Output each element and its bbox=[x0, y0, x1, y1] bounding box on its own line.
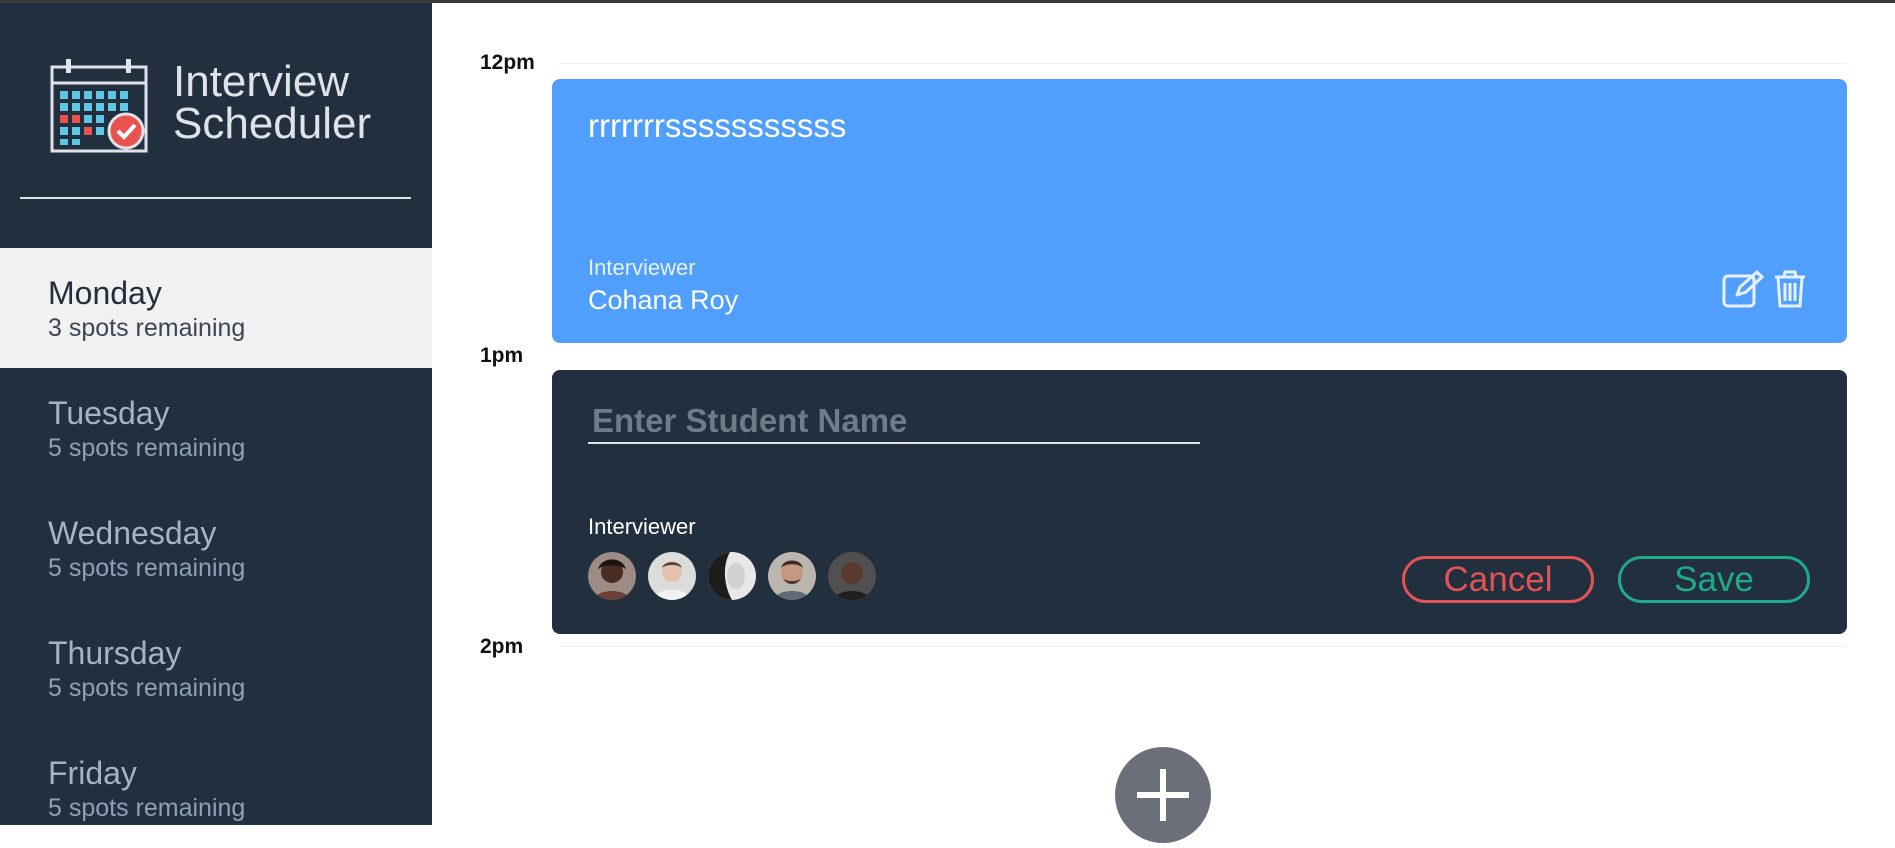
plus-icon bbox=[1137, 769, 1189, 821]
day-spots: 5 spots remaining bbox=[48, 434, 246, 462]
interviewer-label: Interviewer bbox=[588, 255, 696, 280]
day-name: Monday bbox=[48, 275, 162, 311]
interviewer-avatar-2[interactable] bbox=[648, 552, 696, 600]
interviewer-name: Cohana Roy bbox=[588, 285, 739, 315]
appointment-form: Interviewer bbox=[552, 370, 1847, 634]
student-name: rrrrrrrsssssssssss bbox=[588, 107, 847, 144]
sidebar: Interview Scheduler Monday 3 spots remai… bbox=[0, 3, 432, 825]
save-button[interactable]: Save bbox=[1618, 556, 1810, 603]
interviewer-avatar-5[interactable] bbox=[828, 552, 876, 600]
interviewer-label: Interviewer bbox=[588, 514, 696, 539]
edit-icon[interactable] bbox=[1721, 269, 1765, 309]
time-label-2pm: 2pm bbox=[480, 635, 524, 658]
interviewer-avatar-3[interactable] bbox=[708, 552, 756, 600]
time-label-1pm: 1pm bbox=[480, 344, 524, 367]
app-title-line1: Interview bbox=[173, 57, 350, 106]
app-title-line2: Scheduler bbox=[173, 99, 372, 148]
day-item-friday[interactable]: Friday 5 spots remaining bbox=[0, 728, 432, 848]
day-spots: 3 spots remaining bbox=[48, 314, 246, 342]
appointment-actions bbox=[1721, 269, 1807, 309]
trash-icon[interactable] bbox=[1773, 269, 1807, 309]
app-title: Interview Scheduler bbox=[173, 57, 372, 148]
cancel-button[interactable]: Cancel bbox=[1402, 556, 1594, 603]
interviewer-list bbox=[588, 552, 876, 600]
day-name: Friday bbox=[48, 755, 137, 791]
day-name: Wednesday bbox=[48, 515, 217, 551]
add-appointment-button[interactable] bbox=[1115, 747, 1211, 843]
time-label-12pm: 12pm bbox=[480, 51, 535, 74]
day-spots: 5 spots remaining bbox=[48, 674, 246, 702]
day-name: Tuesday bbox=[48, 395, 170, 431]
student-name-input[interactable] bbox=[588, 400, 1200, 444]
day-item-monday[interactable]: Monday 3 spots remaining bbox=[0, 248, 432, 368]
sidebar-divider bbox=[20, 197, 411, 199]
interviewer-avatar-4[interactable] bbox=[768, 552, 816, 600]
calendar-logo-icon bbox=[50, 59, 148, 153]
day-item-tuesday[interactable]: Tuesday 5 spots remaining bbox=[0, 368, 432, 488]
day-list: Monday 3 spots remaining Tuesday 5 spots… bbox=[0, 248, 432, 848]
time-separator bbox=[560, 646, 1847, 647]
day-item-thursday[interactable]: Thursday 5 spots remaining bbox=[0, 608, 432, 728]
day-item-wednesday[interactable]: Wednesday 5 spots remaining bbox=[0, 488, 432, 608]
day-spots: 5 spots remaining bbox=[48, 554, 246, 582]
time-separator bbox=[560, 63, 1847, 64]
interviewer-avatar-1[interactable] bbox=[588, 552, 636, 600]
day-spots: 5 spots remaining bbox=[48, 794, 246, 822]
day-name: Thursday bbox=[48, 635, 182, 671]
appointment-card: rrrrrrrsssssssssss Interviewer Cohana Ro… bbox=[552, 79, 1847, 343]
